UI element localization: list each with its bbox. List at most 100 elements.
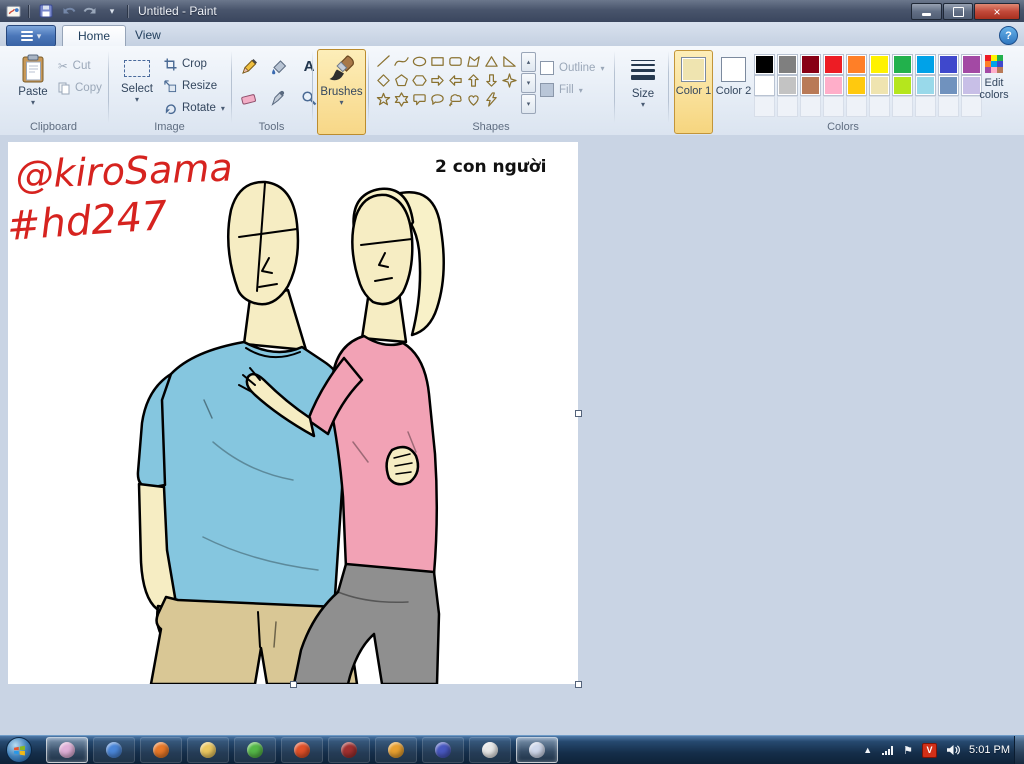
palette-swatch[interactable] (754, 54, 775, 75)
close-button[interactable]: × (974, 3, 1020, 20)
maximize-button[interactable] (943, 3, 973, 20)
outline-button[interactable]: Outline ▾ (540, 58, 604, 78)
palette-swatch[interactable] (938, 75, 959, 96)
shape-six-point-star[interactable] (392, 90, 410, 109)
taskbar-app-antivirus[interactable] (234, 737, 276, 763)
shape-hexagon[interactable] (410, 71, 428, 90)
shape-pentagon[interactable] (392, 71, 410, 90)
canvas-resize-handle-corner[interactable] (575, 681, 582, 688)
palette-swatch[interactable] (892, 75, 913, 96)
shape-four-point-star[interactable] (500, 71, 518, 90)
palette-swatch[interactable] (915, 54, 936, 75)
action-center-flag-icon[interactable]: ⚑ (903, 744, 913, 757)
shapes-more-button[interactable]: ▾ (521, 94, 536, 114)
taskbar-app-app-red[interactable] (328, 737, 370, 763)
palette-empty-slot[interactable] (777, 96, 798, 117)
shape-lightning[interactable] (482, 90, 500, 109)
shape-rounded-callout[interactable] (410, 90, 428, 109)
shape-polygon[interactable] (464, 52, 482, 71)
save-button[interactable] (37, 2, 55, 20)
shapes-scroll-up-button[interactable]: ▴ (521, 52, 536, 72)
network-icon[interactable] (881, 744, 894, 756)
palette-swatch[interactable] (777, 54, 798, 75)
taskbar-app-photo-app[interactable] (46, 737, 88, 763)
taskbar-clock[interactable]: 5:01 PM (969, 744, 1010, 756)
brushes-button[interactable]: Brushes ▾ (317, 49, 366, 135)
crop-button[interactable]: Crop (164, 54, 207, 74)
palette-empty-slot[interactable] (754, 96, 775, 117)
palette-swatch[interactable] (846, 54, 867, 75)
shape-curve[interactable] (392, 52, 410, 71)
minimize-button[interactable] (911, 3, 942, 20)
palette-empty-slot[interactable] (800, 96, 821, 117)
shape-five-point-star[interactable] (374, 90, 392, 109)
palette-swatch[interactable] (800, 75, 821, 96)
start-button[interactable] (6, 737, 32, 763)
rotate-button[interactable]: Rotate ▾ (164, 98, 225, 118)
palette-swatch[interactable] (892, 54, 913, 75)
shape-cloud-callout[interactable] (446, 90, 464, 109)
fill-tool-button[interactable] (266, 54, 292, 78)
palette-empty-slot[interactable] (869, 96, 890, 117)
quick-access-dropdown[interactable]: ▾ (103, 2, 121, 20)
volume-icon[interactable] (946, 744, 961, 756)
canvas-resize-handle-bottom[interactable] (290, 681, 297, 688)
eraser-tool-button[interactable] (236, 86, 262, 110)
tab-view[interactable]: View (120, 25, 176, 46)
canvas-resize-handle-right[interactable] (575, 410, 582, 417)
palette-swatch[interactable] (869, 75, 890, 96)
taskbar-app-video-app[interactable] (422, 737, 464, 763)
fill-button[interactable]: Fill ▾ (540, 80, 583, 100)
palette-empty-slot[interactable] (892, 96, 913, 117)
shape-oval[interactable] (410, 52, 428, 71)
copy-button[interactable]: Copy (58, 78, 102, 98)
taskbar-app-paint[interactable] (516, 737, 558, 763)
cut-button[interactable]: ✂ Cut (58, 56, 91, 76)
palette-empty-slot[interactable] (915, 96, 936, 117)
pencil-tool-button[interactable] (236, 54, 262, 78)
palette-swatch[interactable] (915, 75, 936, 96)
shape-right-arrow[interactable] (428, 71, 446, 90)
palette-empty-slot[interactable] (823, 96, 844, 117)
shape-oval-callout[interactable] (428, 90, 446, 109)
size-button[interactable]: Size ▾ (620, 49, 666, 133)
palette-swatch[interactable] (823, 75, 844, 96)
paint-menu-button[interactable]: ▾ (6, 25, 56, 47)
taskbar-app-file-explorer[interactable] (187, 737, 229, 763)
shape-line[interactable] (374, 52, 392, 71)
shape-down-arrow[interactable] (482, 71, 500, 90)
shape-diamond[interactable] (374, 71, 392, 90)
palette-swatch[interactable] (869, 54, 890, 75)
palette-empty-slot[interactable] (846, 96, 867, 117)
color-picker-tool-button[interactable] (266, 86, 292, 110)
shape-heart[interactable] (464, 90, 482, 109)
undo-button[interactable] (59, 2, 77, 20)
shape-triangle[interactable] (482, 52, 500, 71)
shape-rounded-rectangle[interactable] (446, 52, 464, 71)
taskbar-app-browser[interactable] (281, 737, 323, 763)
redo-button[interactable] (81, 2, 99, 20)
antivirus-tray-icon[interactable]: V (922, 742, 938, 758)
palette-swatch[interactable] (846, 75, 867, 96)
shape-right-triangle[interactable] (500, 52, 518, 71)
taskbar-app-folder-orange[interactable] (375, 737, 417, 763)
help-button[interactable]: ? (999, 26, 1018, 45)
hidden-icons-button[interactable]: ▲ (863, 745, 872, 755)
palette-swatch[interactable] (800, 54, 821, 75)
palette-swatch[interactable] (823, 54, 844, 75)
palette-swatch[interactable] (777, 75, 798, 96)
shape-left-arrow[interactable] (446, 71, 464, 90)
resize-button[interactable]: Resize (164, 76, 217, 96)
taskbar-app-media-player[interactable] (93, 737, 135, 763)
shape-rectangle[interactable] (428, 52, 446, 71)
taskbar-app-firefox[interactable] (140, 737, 182, 763)
shapes-scroll-down-button[interactable]: ▾ (521, 73, 536, 93)
tab-home[interactable]: Home (62, 25, 127, 47)
show-desktop-button[interactable] (1014, 736, 1024, 764)
paint-canvas[interactable]: @kiroSama #hd247 2 con người (5, 142, 578, 686)
edit-colors-button[interactable]: Edit colors (970, 54, 1018, 120)
taskbar-app-chrome[interactable] (469, 737, 511, 763)
shape-up-arrow[interactable] (464, 71, 482, 90)
palette-swatch[interactable] (754, 75, 775, 96)
palette-empty-slot[interactable] (938, 96, 959, 117)
